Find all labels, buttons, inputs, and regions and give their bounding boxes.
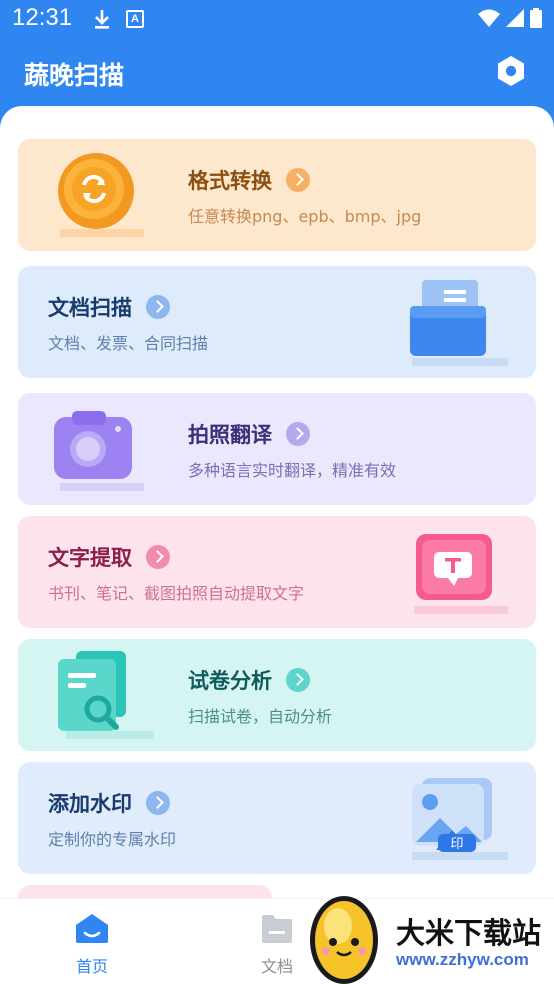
card-photo-translate[interactable]: 拍照翻译 多种语言实时翻译，精准有效 xyxy=(18,393,536,505)
nav-home-label: 首页 xyxy=(75,957,108,976)
chevron-right-icon xyxy=(286,422,310,446)
card-subtitle: 文档、发票、合同扫描 xyxy=(48,334,209,353)
card-title: 格式转换 xyxy=(188,169,272,193)
text-bubble-icon xyxy=(414,534,508,614)
card-subtitle: 多种语言实时翻译，精准有效 xyxy=(188,461,397,480)
site-watermark: 大米下载站 www.zzhyw.com xyxy=(300,884,554,984)
chevron-right-icon xyxy=(146,295,170,319)
card-exam-analysis[interactable]: 试卷分析 扫描试卷，自动分析 xyxy=(18,639,536,751)
card-doc-scan[interactable]: 文档扫描 文档、发票、合同扫描 xyxy=(18,266,536,378)
card-title: 拍照翻译 xyxy=(188,423,272,447)
battery-icon xyxy=(530,8,542,28)
rice-mascot-logo xyxy=(310,896,378,984)
watermark-name: 大米下载站 xyxy=(396,916,542,950)
chevron-right-icon xyxy=(146,791,170,815)
watermark-url: www.zzhyw.com xyxy=(396,950,529,969)
status-bar: 12:31 A xyxy=(0,0,554,38)
chevron-right-icon xyxy=(286,668,310,692)
card-subtitle: 任意转换png、epb、bmp、jpg xyxy=(188,207,422,226)
camera-icon xyxy=(54,411,144,491)
folder-icon xyxy=(262,915,292,943)
document-search-icon xyxy=(58,651,154,739)
signal-icon xyxy=(506,9,524,27)
card-title: 文档扫描 xyxy=(48,296,132,320)
card-format-convert[interactable]: 格式转换 任意转换png、epb、bmp、jpg xyxy=(18,139,536,251)
card-title: 试卷分析 xyxy=(188,669,272,693)
status-indicators xyxy=(478,8,542,28)
nav-home[interactable]: 首页 xyxy=(52,913,132,977)
hexagon-settings-icon xyxy=(498,56,524,86)
card-subtitle: 书刊、笔记、截图拍照自动提取文字 xyxy=(48,584,305,603)
svg-text:印: 印 xyxy=(450,837,463,852)
chevron-right-icon xyxy=(146,545,170,569)
convert-coin-icon xyxy=(58,153,144,237)
main-content: 格式转换 任意转换png、epb、bmp、jpg 文档扫描 文档、发票、合同扫描 xyxy=(0,106,554,984)
app-title: 蔬晚扫描 xyxy=(24,61,125,90)
card-title: 添加水印 xyxy=(48,792,132,816)
status-time: 12:31 xyxy=(12,4,73,31)
card-subtitle: 定制你的专属水印 xyxy=(48,830,177,849)
watermark-image-icon: 印 xyxy=(412,778,508,860)
wifi-icon xyxy=(478,9,500,27)
download-icon xyxy=(95,10,109,29)
card-subtitle: 扫描试卷，自动分析 xyxy=(188,707,333,726)
settings-button[interactable] xyxy=(494,54,528,88)
scanner-icon xyxy=(410,280,508,366)
chevron-right-icon xyxy=(286,168,310,192)
card-add-watermark[interactable]: 添加水印 定制你的专属水印 印 xyxy=(18,762,536,874)
home-icon xyxy=(76,914,108,943)
a-notification-icon: A xyxy=(126,10,144,28)
card-text-extract[interactable]: 文字提取 书刊、笔记、截图拍照自动提取文字 xyxy=(18,516,536,628)
card-title: 文字提取 xyxy=(48,546,132,570)
